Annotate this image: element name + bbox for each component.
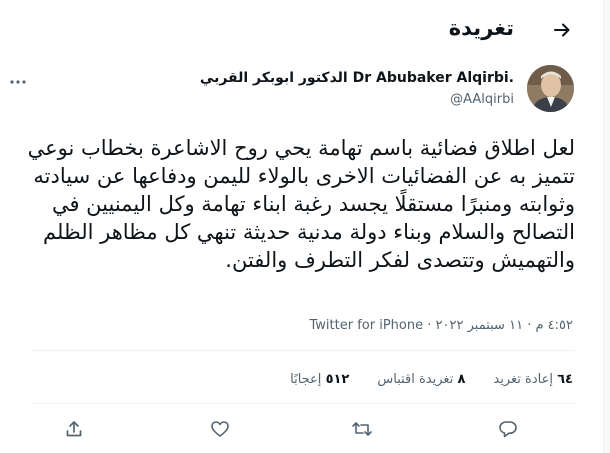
reply-button[interactable] <box>496 417 520 441</box>
tweet-date[interactable]: ١١ سبتمبر ٢٠٢٢ <box>436 318 524 333</box>
share-icon <box>66 421 82 437</box>
retweets-label: إعادة تغريد <box>493 372 553 387</box>
like-button[interactable] <box>208 417 232 441</box>
arrow-right-icon <box>554 23 570 37</box>
likes-count: ٥١٢ <box>325 372 350 387</box>
tweet-time[interactable]: ٤:٥٢ م <box>535 318 573 333</box>
more-options-button[interactable] <box>8 72 28 92</box>
avatar-photo <box>527 65 574 112</box>
avatar[interactable] <box>527 65 574 112</box>
likes-stat[interactable]: ٥١٢ إعجابًا <box>290 372 349 387</box>
quotes-stat[interactable]: ٨ تغريدة اقتباس <box>377 372 465 387</box>
meta-separator: · <box>527 318 532 333</box>
tweet-text: لعل اطلاق فضائية باسم تهامة يحي روح الاش… <box>27 136 575 272</box>
tweet-source[interactable]: Twitter for iPhone <box>310 318 424 333</box>
tweet-meta: ٤:٥٢ م · ١١ سبتمبر ٢٠٢٢ · Twitter for iP… <box>310 318 573 333</box>
divider-top <box>30 350 575 351</box>
author-handle[interactable]: @AAlqirbi <box>450 92 514 107</box>
back-button[interactable] <box>550 18 574 42</box>
reply-icon <box>499 421 517 438</box>
tweet-actions <box>30 414 575 444</box>
meta-separator-2: · <box>427 318 432 333</box>
page-title: تغريدة <box>448 16 514 40</box>
likes-label: إعجابًا <box>290 372 322 387</box>
share-button[interactable] <box>62 417 86 441</box>
author-row: الدكتور ابوبكر القربي Dr Abubaker Alqirb… <box>0 62 604 122</box>
retweets-count: ٦٤ <box>557 372 573 387</box>
scrollbar-track[interactable] <box>604 0 610 453</box>
tweet-stats: ٦٤ إعادة تغريد ٨ تغريدة اقتباس ٥١٢ إعجاب… <box>290 372 573 387</box>
author-display-name[interactable]: الدكتور ابوبكر القربي Dr Abubaker Alqirb… <box>200 70 514 86</box>
divider-bottom <box>30 403 575 404</box>
retweets-stat[interactable]: ٦٤ إعادة تغريد <box>493 372 573 387</box>
retweet-button[interactable] <box>350 417 374 441</box>
quotes-count: ٨ <box>457 372 466 387</box>
ellipsis-icon <box>10 80 26 84</box>
heart-icon <box>211 421 229 437</box>
retweet-icon <box>352 422 372 436</box>
tweet-detail-panel: تغريدة الدكتور ابوبكر القربي Dr Abubaker… <box>0 0 604 453</box>
tweet-header: تغريدة <box>0 0 604 58</box>
quotes-label: تغريدة اقتباس <box>377 372 454 387</box>
